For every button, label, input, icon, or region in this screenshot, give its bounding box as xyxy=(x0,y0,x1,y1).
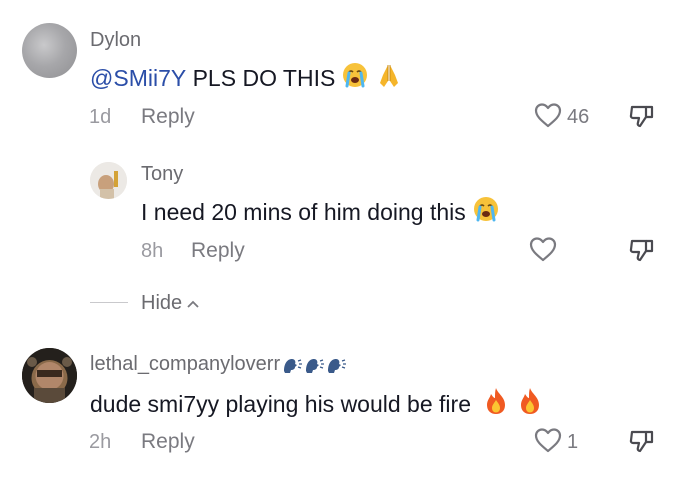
comment-timestamp: 8h xyxy=(141,240,164,262)
speaking-head-icon xyxy=(325,355,347,375)
speaking-head-icon xyxy=(281,355,303,375)
reply-button[interactable]: Reply xyxy=(141,430,195,454)
comment-username[interactable]: lethal_companyloverr xyxy=(90,353,347,376)
loudly-crying-face-icon xyxy=(472,195,500,229)
dislike-icon[interactable] xyxy=(628,428,656,459)
comment-username[interactable]: Dylon xyxy=(90,29,141,52)
reply-button[interactable]: Reply xyxy=(141,105,195,129)
comment-timestamp: 2h xyxy=(89,431,112,453)
loudly-crying-face-icon xyxy=(341,61,369,95)
fire-icon xyxy=(483,386,509,422)
comment-body: I need 20 mins of him doing this xyxy=(141,198,466,225)
comment-username[interactable]: Tony xyxy=(141,163,183,186)
reply-button[interactable]: Reply xyxy=(191,239,245,263)
like-count: 1 xyxy=(567,431,579,453)
like-count: 46 xyxy=(567,106,590,128)
comment-body: PLS DO THIS xyxy=(186,64,336,91)
divider xyxy=(90,302,128,303)
dislike-icon[interactable] xyxy=(628,237,656,268)
dislike-icon[interactable] xyxy=(628,103,656,134)
mention-link[interactable]: @SMii7Y xyxy=(90,65,186,92)
hide-label: Hide xyxy=(141,292,183,314)
chevron-up-icon xyxy=(186,299,200,309)
username-text: lethal_companyloverr xyxy=(90,353,281,375)
speaking-head-icon xyxy=(303,355,325,375)
comment-body: dude smi7yy playing his would be fire xyxy=(90,390,471,417)
fire-icon xyxy=(517,386,543,422)
comment-text: dude smi7yy playing his would be fire xyxy=(90,386,543,422)
heart-icon[interactable] xyxy=(533,426,563,459)
comment-text: I need 20 mins of him doing this xyxy=(141,195,500,229)
avatar[interactable] xyxy=(22,348,77,403)
comment-text: @SMii7Y PLS DO THIS xyxy=(90,61,403,95)
heart-icon[interactable] xyxy=(533,101,563,134)
avatar[interactable] xyxy=(22,23,77,78)
folded-hands-icon xyxy=(375,61,403,95)
heart-icon[interactable] xyxy=(528,235,558,268)
avatar[interactable] xyxy=(90,162,127,199)
comment-timestamp: 1d xyxy=(89,106,112,128)
hide-replies-button[interactable]: Hide xyxy=(141,292,200,315)
